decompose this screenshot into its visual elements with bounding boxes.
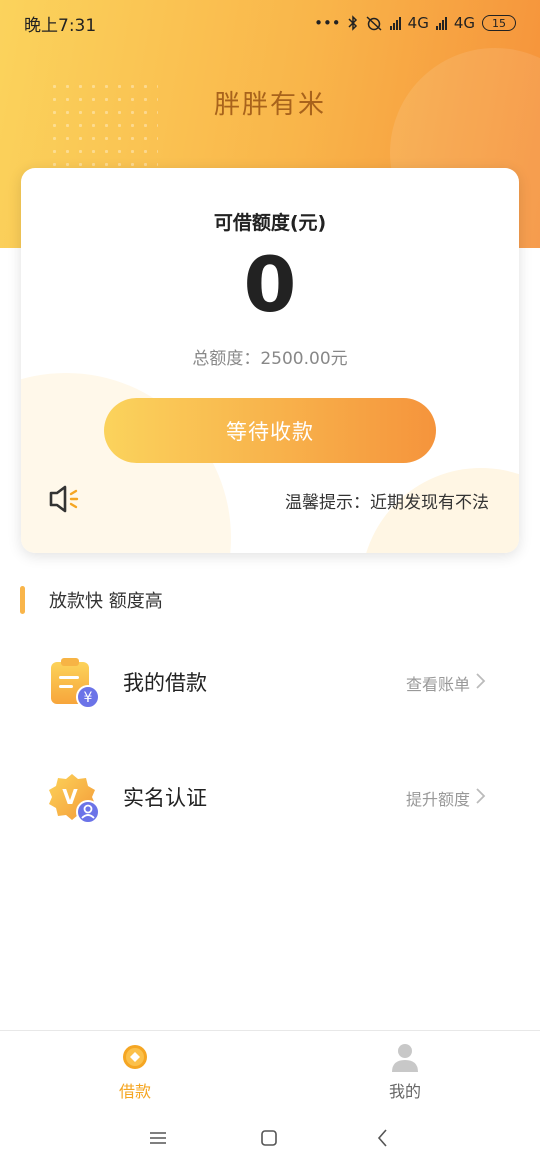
speaker-icon [49,485,79,513]
quota-card: 可借额度(元) 0 总额度：2500.00元 等待收款 温馨提示：近期发现有不法 [21,168,519,553]
signal-icon [435,16,447,30]
app-title: 胖胖有米 [213,90,326,120]
alarm-off-icon [366,16,382,31]
tab-label: 借款 [118,1082,151,1101]
chevron-right-icon [476,788,486,804]
menu-label: 实名认证 [123,786,207,810]
loan-clipboard-icon: ¥ [51,658,100,709]
tab-label: 我的 [388,1082,421,1101]
total-quota: 总额度：2500.00元 [192,349,348,369]
quota-amount: 0 [243,240,297,329]
menu-icon[interactable] [146,1126,170,1150]
view-bill-link[interactable]: 查看账单 [406,671,470,695]
bluetooth-icon [348,15,357,31]
network-type-2: 4G [453,14,475,32]
tab-mine[interactable]: 我的 [325,1041,485,1102]
quota-label: 可借额度(元) [213,212,327,234]
status-icons: ••• 4G 4G 15 [314,14,516,32]
menu-label: 我的借款 [123,671,207,695]
tab-loan[interactable]: 借款 [55,1041,215,1102]
status-time: 晚上7:31 [24,15,97,36]
section-header: 放款快 额度高 [20,586,163,614]
section-accent-bar [20,586,25,614]
menu-item-real-name-auth[interactable]: V 实名认证 提升额度 [0,755,540,835]
verified-badge-icon: V [49,774,100,824]
battery-icon: 15 [482,15,516,31]
back-icon[interactable] [371,1126,395,1150]
home-icon[interactable] [257,1126,281,1150]
wait-payment-button[interactable]: 等待收款 [104,398,436,463]
user-icon [392,1044,418,1072]
menu-item-my-loans[interactable]: ¥ 我的借款 查看账单 [0,640,540,720]
svg-text:¥: ¥ [84,690,93,706]
chevron-right-icon [476,673,486,689]
tab-bar: 借款 我的 [0,1030,540,1112]
system-nav-bar [0,1112,540,1170]
svg-text:V: V [62,785,78,809]
loan-coin-icon [123,1045,147,1069]
more-dots-icon: ••• [314,14,341,32]
raise-quota-link[interactable]: 提升额度 [406,786,470,810]
status-bar: 晚上7:31 ••• 4G 4G 15 [0,0,540,46]
signal-icon [389,16,401,30]
section-title: 放款快 额度高 [49,591,163,612]
network-type-1: 4G [407,14,429,32]
notice-text: 温馨提示：近期发现有不法 [285,493,489,513]
